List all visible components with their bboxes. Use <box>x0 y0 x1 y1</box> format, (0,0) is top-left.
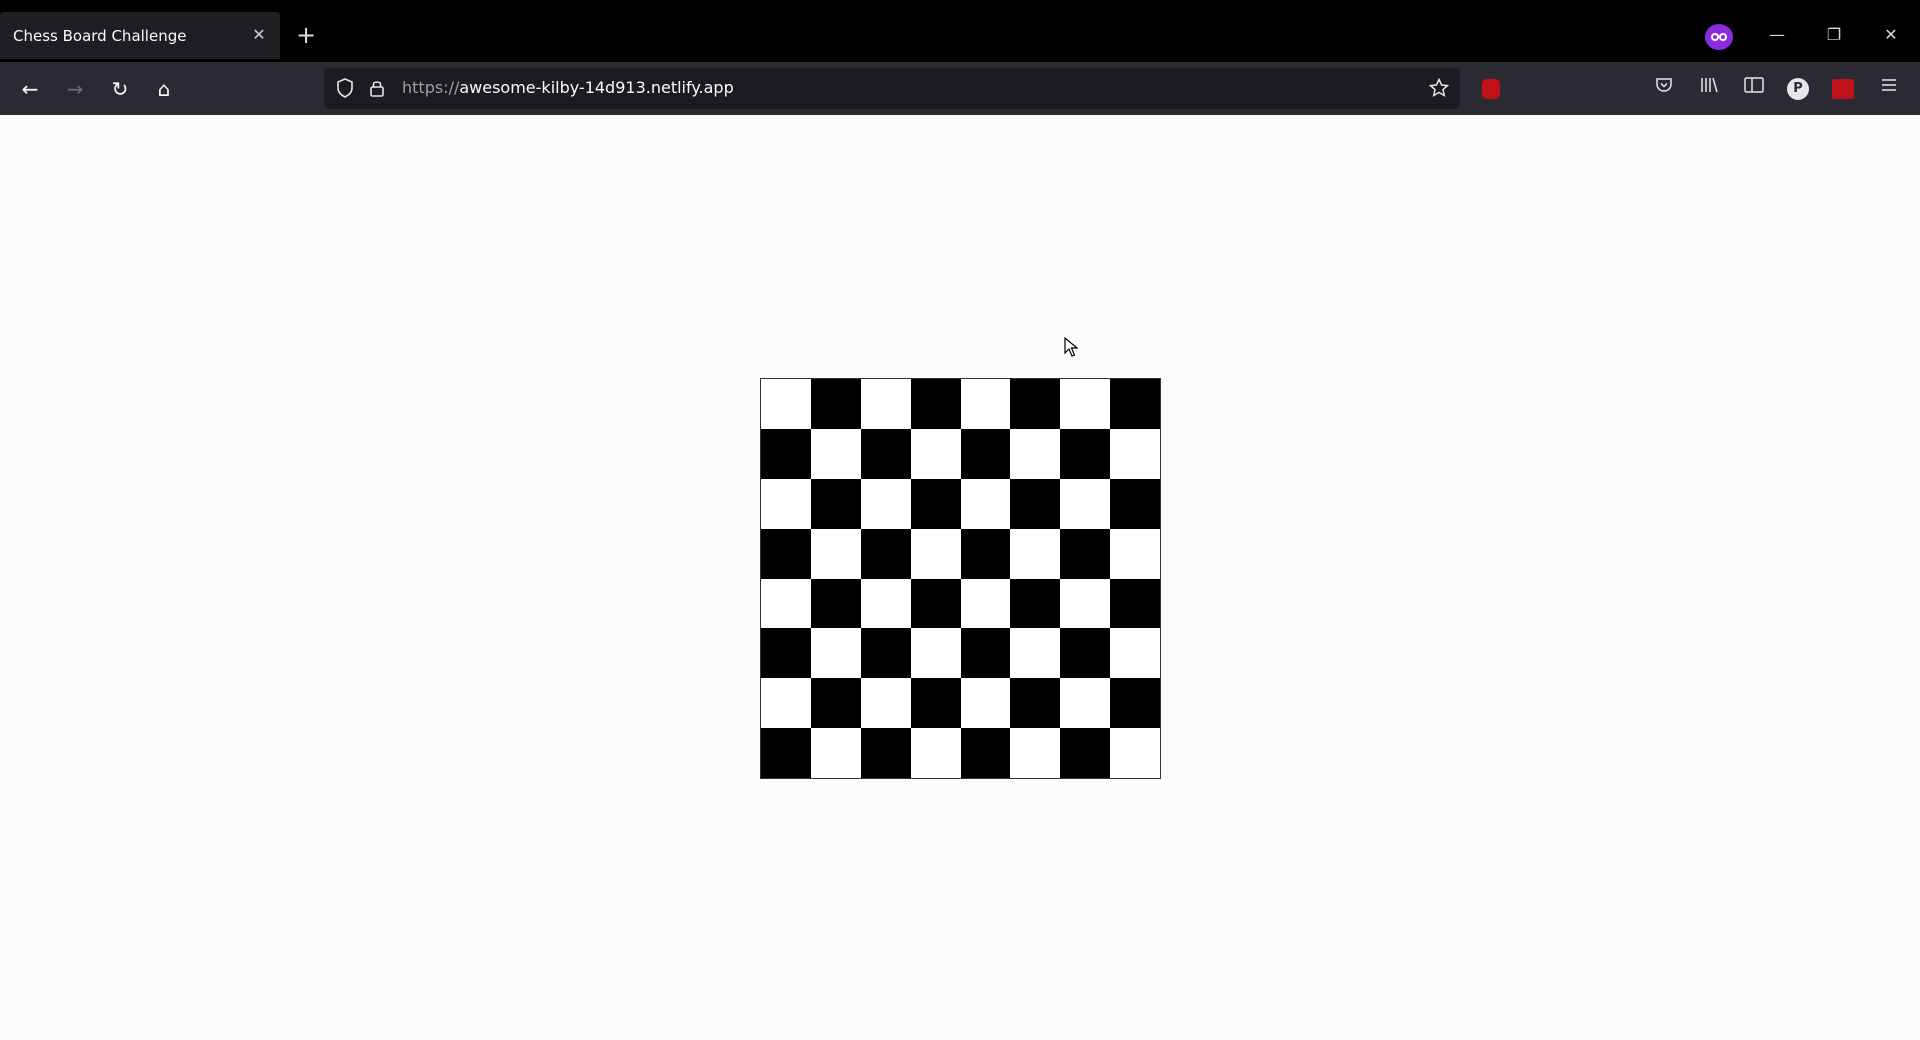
board-square <box>1060 379 1111 429</box>
board-square <box>1010 528 1061 579</box>
board-square <box>910 728 961 778</box>
url-text[interactable]: https://awesome-kilby-14d913.netlify.app <box>402 78 734 97</box>
board-square <box>960 478 1011 529</box>
home-button[interactable]: ⌂ <box>150 75 178 103</box>
board-square <box>960 728 1011 778</box>
board-square <box>1110 478 1160 529</box>
board-square <box>1010 678 1061 729</box>
url-bar[interactable]: https://awesome-kilby-14d913.netlify.app <box>324 68 1460 109</box>
lock-icon[interactable] <box>366 78 388 100</box>
tab-strip: Chess Board Challenge ✕ + — ❐ ✕ <box>0 0 1920 62</box>
board-square <box>1110 428 1160 479</box>
ublock-icon[interactable] <box>1482 79 1500 99</box>
board-square <box>960 678 1011 729</box>
board-square <box>1010 578 1061 629</box>
board-square <box>761 379 811 429</box>
board-square <box>761 528 811 579</box>
bookmark-star-icon[interactable] <box>1428 77 1450 100</box>
board-square <box>761 578 811 629</box>
board-square <box>1110 379 1160 429</box>
library-icon[interactable] <box>1697 76 1721 100</box>
board-square <box>960 528 1011 579</box>
board-square <box>960 428 1011 479</box>
reload-button[interactable]: ↻ <box>106 75 134 103</box>
board-square <box>761 628 811 679</box>
board-square <box>960 628 1011 679</box>
board-square <box>860 578 911 629</box>
board-square <box>1010 478 1061 529</box>
board-square <box>860 478 911 529</box>
board-square <box>1010 428 1061 479</box>
navigation-toolbar: ← → ↻ ⌂ https://awesome-kilby-14d913.net… <box>0 62 1920 115</box>
board-square <box>810 478 861 529</box>
mouse-cursor-icon <box>1064 337 1078 357</box>
board-square <box>810 628 861 679</box>
board-square <box>810 528 861 579</box>
board-square <box>810 728 861 778</box>
board-square <box>810 578 861 629</box>
board-square <box>860 379 911 429</box>
board-square <box>910 428 961 479</box>
sidebar-icon[interactable] <box>1742 76 1766 100</box>
board-square <box>761 428 811 479</box>
board-square <box>1060 478 1111 529</box>
board-square <box>1060 678 1111 729</box>
board-square <box>910 528 961 579</box>
board-square <box>810 428 861 479</box>
new-tab-button[interactable]: + <box>293 22 319 48</box>
board-square <box>960 578 1011 629</box>
board-square <box>761 478 811 529</box>
board-square <box>910 379 961 429</box>
board-square <box>860 428 911 479</box>
shield-icon[interactable] <box>334 78 356 100</box>
board-square <box>1110 678 1160 729</box>
board-square <box>810 678 861 729</box>
board-square <box>910 628 961 679</box>
board-square <box>1010 728 1061 778</box>
board-square <box>960 379 1011 429</box>
board-square <box>1060 428 1111 479</box>
board-square <box>910 578 961 629</box>
minimize-button[interactable]: — <box>1762 22 1792 48</box>
board-square <box>1110 628 1160 679</box>
tab-title: Chess Board Challenge <box>13 27 187 45</box>
board-square <box>1060 728 1111 778</box>
board-square <box>1060 578 1111 629</box>
menu-icon[interactable] <box>1877 76 1901 100</box>
chess-board <box>760 378 1161 779</box>
board-square <box>860 528 911 579</box>
private-browsing-icon <box>1705 24 1733 50</box>
page-content <box>0 115 1920 1040</box>
extension-icon[interactable] <box>1832 79 1854 99</box>
board-square <box>860 678 911 729</box>
board-square <box>810 379 861 429</box>
board-square <box>860 628 911 679</box>
board-square <box>1110 578 1160 629</box>
board-square <box>860 728 911 778</box>
board-square <box>1110 528 1160 579</box>
close-window-button[interactable]: ✕ <box>1876 22 1906 48</box>
board-square <box>761 728 811 778</box>
board-square <box>1060 528 1111 579</box>
profile-icon[interactable]: P <box>1787 78 1809 100</box>
back-button[interactable]: ← <box>16 75 44 103</box>
restore-button[interactable]: ❐ <box>1819 22 1849 48</box>
board-square <box>1060 628 1111 679</box>
board-square <box>910 478 961 529</box>
board-square <box>1010 379 1061 429</box>
board-square <box>761 678 811 729</box>
board-square <box>1110 728 1160 778</box>
tab-chess-board-challenge[interactable]: Chess Board Challenge ✕ <box>0 12 280 59</box>
board-square <box>1010 628 1061 679</box>
close-tab-icon[interactable]: ✕ <box>248 24 270 46</box>
pocket-icon[interactable] <box>1652 76 1676 100</box>
board-square <box>910 678 961 729</box>
forward-button[interactable]: → <box>61 75 89 103</box>
